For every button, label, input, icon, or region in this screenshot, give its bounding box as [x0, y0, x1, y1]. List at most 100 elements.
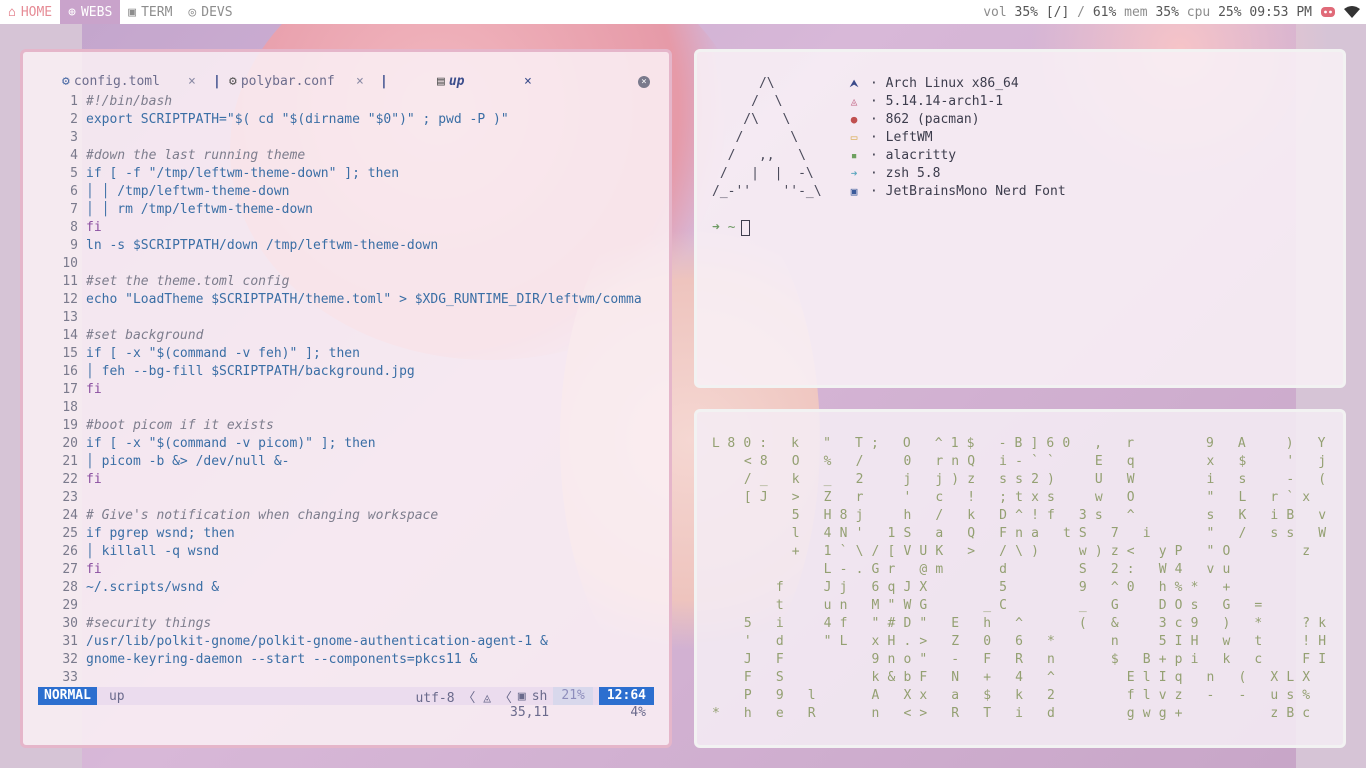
fetch-row: ▪ · alacritty	[848, 147, 1066, 165]
arch-ascii-logo: /\ / \ /\ \ / \ / ,, \ / | | -\ /_-'' ''…	[712, 76, 822, 199]
code-line[interactable]: 2 export SCRIPTPATH="$( cd "$(dirname "$0…	[38, 111, 658, 129]
line-text	[86, 669, 658, 687]
code-line[interactable]: 32 gnome-keyring-daemon --start --compone…	[38, 651, 658, 669]
top-bar: ⌂ HOME ⊕ WEBS ▣ TERM ◎ DEVS vol 35% [/] …	[0, 0, 1366, 24]
code-line[interactable]: 21 │ picom -b &> /dev/null &-	[38, 453, 658, 471]
memory-value: 35%	[1155, 4, 1179, 20]
line-text: │ picom -b &> /dev/null &-	[86, 454, 290, 469]
discord-icon[interactable]	[1320, 4, 1336, 20]
code-line[interactable]: 16 │ feh --bg-fill $SCRIPTPATH/background…	[38, 363, 658, 381]
line-number: 33	[62, 670, 78, 685]
workspace-term[interactable]: ▣ TERM	[120, 0, 180, 24]
code-line[interactable]: 13	[38, 309, 658, 327]
tab-separator: |	[380, 74, 388, 89]
line-text: ln -s $SCRIPTPATH/down /tmp/leftwm-theme…	[86, 238, 439, 253]
code-line[interactable]: 28 ~/.scripts/wsnd &	[38, 579, 658, 597]
code-line[interactable]: 10	[38, 255, 658, 273]
close-all-icon[interactable]: ×	[638, 76, 650, 88]
code-line[interactable]: 33	[38, 669, 658, 687]
line-number: 21	[62, 454, 78, 469]
matrix-row: P 9 l A X x a $ k 2 f l v z - - u s %	[712, 688, 1311, 703]
matrix-row: F S k & b F N + 4 ^ E l I q n ( X L X	[712, 670, 1311, 685]
status-percent: 21%	[553, 687, 593, 705]
code-line[interactable]: 1 #!/bin/bash	[38, 93, 658, 111]
tab-close-icon[interactable]: ×	[188, 74, 196, 89]
code-line[interactable]: 4 #down the last running theme	[38, 147, 658, 165]
matrix-row: f J j 6 q J X 5 9 ^ 0 h % * +	[712, 580, 1231, 595]
command-line[interactable]: 35,11 4%	[38, 705, 654, 723]
wifi-icon[interactable]	[1344, 4, 1360, 20]
code-line[interactable]: 11 #set the theme.toml config	[38, 273, 658, 291]
code-line[interactable]: 14 #set background	[38, 327, 658, 345]
code-line[interactable]: 6 │ │ /tmp/leftwm-theme-down	[38, 183, 658, 201]
terminal-icon: ▣	[128, 4, 137, 20]
line-text	[86, 399, 658, 417]
tab-close-icon[interactable]: ×	[524, 74, 532, 89]
code-line[interactable]: 18	[38, 399, 658, 417]
line-number: 12	[62, 292, 78, 307]
code-line[interactable]: 3	[38, 129, 658, 147]
workspace-webs[interactable]: ⊕ WEBS	[60, 0, 121, 24]
fetch-value: · LeftWM	[870, 130, 933, 145]
matrix-row: ' d " L x H . > Z 0 6 * n 5 I H w t ! H	[712, 634, 1327, 649]
tab-close-icon[interactable]: ×	[356, 74, 364, 89]
fetch-row: ◬ · 5.14.14-arch1-1	[848, 93, 1066, 111]
code-line[interactable]: 20 if [ -x "$(command -v picom)" ]; then	[38, 435, 658, 453]
cursor-rowcol: 35,11	[510, 705, 550, 720]
code-line[interactable]: 31/usr/lib/polkit-gnome/polkit-gnome-aut…	[38, 633, 658, 651]
line-text: │ killall -q wsnd	[86, 544, 220, 559]
workspace-devs[interactable]: ◎ DEVS	[180, 0, 240, 24]
line-text	[86, 309, 658, 327]
line-number: 17	[62, 382, 78, 397]
tab-polybar-conf[interactable]: ⚙ polybar.conf	[229, 74, 335, 89]
line-text: if [ -x "$(command -v picom)" ]; then	[86, 436, 376, 451]
line-text: #set background	[86, 328, 204, 343]
scroll-percent: 4%	[630, 705, 646, 720]
matrix-row: J F 9 n o " - F R n $ B + p i k c F I	[712, 652, 1327, 667]
line-number: 7	[70, 202, 78, 217]
line-text	[86, 489, 658, 507]
fetch-value: · alacritty	[870, 148, 957, 163]
code-area[interactable]: 1 #!/bin/bash 2 export SCRIPTPATH="$( cd "$…	[38, 93, 658, 687]
clock: 09:53 PM	[1249, 4, 1312, 20]
github-icon: ◎	[188, 4, 197, 20]
matrix-row: [ J > Z r ' c ! ; t x s w O " L r ` x	[712, 490, 1311, 505]
line-number: 25	[62, 526, 78, 541]
line-text: fi	[86, 382, 102, 397]
line-text: gnome-keyring-daemon --start --component…	[86, 652, 478, 667]
code-line[interactable]: 8 fi	[38, 219, 658, 237]
matrix-row: + 1 ` \ / [ V U K > / \ ) w ) z < y P " …	[712, 544, 1311, 559]
code-line[interactable]: 25 if pgrep wsnd; then	[38, 525, 658, 543]
code-line[interactable]: 15 if [ -x "$(command -v feh)" ]; then	[38, 345, 658, 363]
code-line[interactable]: 23	[38, 489, 658, 507]
tab-config-toml[interactable]: ⚙ config.toml	[62, 74, 160, 89]
line-number: 4	[70, 148, 78, 163]
status-filetype: sh	[531, 688, 548, 704]
line-number: 28	[62, 580, 78, 595]
tab-up[interactable]: ▤ up	[437, 74, 464, 89]
code-line[interactable]: 5 if [ -f "/tmp/leftwm-theme-down" ]; the…	[38, 165, 658, 183]
code-line[interactable]: 22 fi	[38, 471, 658, 489]
code-line[interactable]: 19 #boot picom if it exists	[38, 417, 658, 435]
line-text: export SCRIPTPATH="$( cd "$(dirname "$0"…	[86, 112, 509, 127]
line-text	[86, 597, 658, 615]
code-line[interactable]: 17 fi	[38, 381, 658, 399]
shell-prompt[interactable]: ➜ ~	[712, 219, 751, 237]
matrix-row: < 8 O % / 0 r n Q i - ` ` E q x $ ' j	[712, 454, 1327, 469]
volume-value[interactable]: 35%	[1015, 5, 1038, 20]
kernel-icon: ◬	[850, 95, 858, 108]
line-number: 10	[62, 256, 78, 271]
code-line[interactable]: 26 │ killall -q wsnd	[38, 543, 658, 561]
code-line[interactable]: 24 # Give's notification when changing wo…	[38, 507, 658, 525]
line-text: if [ -f "/tmp/leftwm-theme-down" ]; then	[86, 166, 400, 181]
code-line[interactable]: 7 │ │ rm /tmp/leftwm-theme-down	[38, 201, 658, 219]
line-number: 20	[62, 436, 78, 451]
code-line[interactable]: 27 fi	[38, 561, 658, 579]
code-line[interactable]: 9 ln -s $SCRIPTPATH/down /tmp/leftwm-them…	[38, 237, 658, 255]
matrix-row: L - . G r @ m d S 2 : W 4 v u	[712, 562, 1231, 577]
code-line[interactable]: 30 #security things	[38, 615, 658, 633]
workspace-home[interactable]: ⌂ HOME	[0, 0, 60, 24]
code-line[interactable]: 29	[38, 597, 658, 615]
code-line[interactable]: 12 echo "LoadTheme $SCRIPTPATH/theme.toml…	[38, 291, 658, 309]
line-number: 29	[62, 598, 78, 613]
